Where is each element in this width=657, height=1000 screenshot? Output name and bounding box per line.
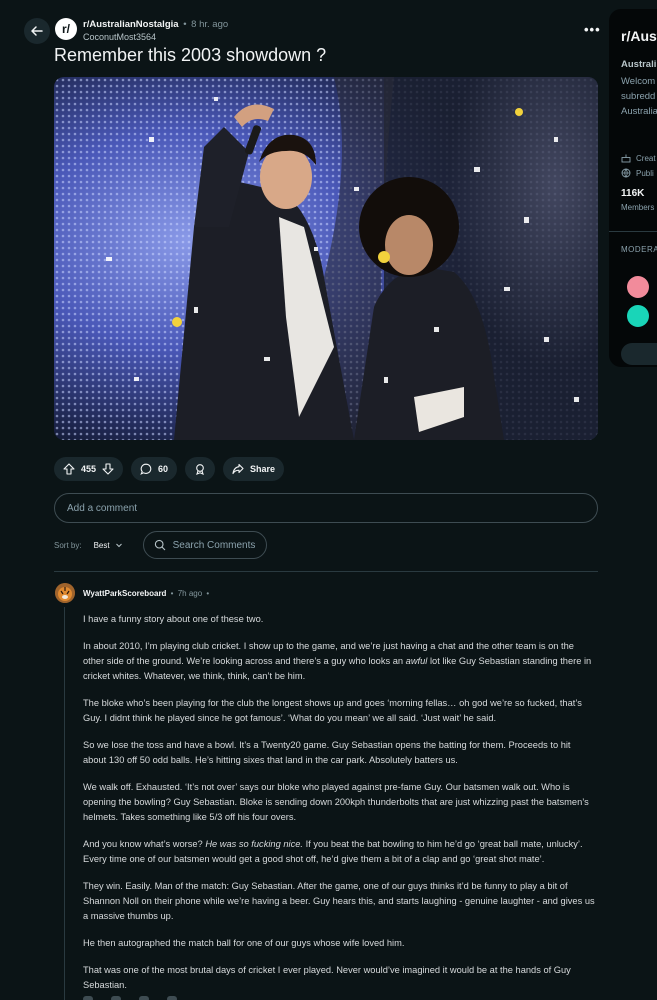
meta-separator: • [183, 19, 187, 30]
sidebar-divider [609, 231, 657, 232]
comment-meta: WyattParkScoreboard • 7h ago • [83, 589, 211, 598]
comment-paragraph: He then autographed the match ball for o… [83, 938, 405, 948]
comment-paragraph: They win. Easily. Man of the match: Guy … [83, 881, 595, 921]
more-options-button[interactable]: ••• [584, 22, 601, 37]
post-page: r/ r/AustralianNostalgia • 8 hr. ago Coc… [0, 0, 657, 1000]
comment-paragraph: The bloke who’s been playing for the clu… [83, 698, 582, 723]
share-label: Share [250, 464, 276, 474]
commenter-avatar[interactable] [55, 583, 75, 603]
divider [54, 571, 598, 572]
post-image[interactable] [54, 77, 598, 440]
comment-icon [140, 463, 152, 475]
post-meta: r/AustralianNostalgia • 8 hr. ago [83, 19, 228, 30]
comments-button[interactable]: 60 [131, 457, 178, 481]
comment-paragraph: In about 2010, I’m playing club cricket.… [83, 641, 592, 681]
sort-value: Best [93, 540, 110, 550]
comment-share-icon[interactable] [167, 996, 177, 1000]
thread-line[interactable] [64, 607, 65, 1000]
comment-body: I have a funny story about one of these … [83, 612, 595, 1000]
award-icon [196, 464, 204, 475]
post-photo [54, 77, 598, 440]
comment-paragraph: So we lose the toss and have a bowl. It’… [83, 740, 571, 765]
comment-upvote-icon[interactable] [83, 996, 93, 1000]
sidebar-created: Creat [621, 153, 656, 163]
comment-reply-icon[interactable] [111, 996, 121, 1000]
award-button[interactable] [185, 457, 216, 481]
add-comment-input[interactable]: Add a comment [54, 493, 598, 523]
comment-time: 7h ago [177, 589, 203, 598]
comment-paragraph: And you know what’s worse? He was so fuc… [83, 839, 583, 864]
sidebar-title[interactable]: r/Austr [621, 28, 657, 44]
post-title: Remember this 2003 showdown ? [54, 45, 327, 65]
back-button[interactable] [24, 18, 50, 44]
post-actions: 455 60 Share [54, 457, 285, 481]
post-author[interactable]: CoconutMost3564 [83, 32, 156, 42]
arrow-left-icon [31, 26, 43, 36]
message-mods-button[interactable] [621, 343, 657, 365]
add-comment-placeholder: Add a comment [67, 502, 138, 514]
member-label: Members [621, 203, 655, 212]
comment-award-icon[interactable] [139, 996, 149, 1000]
comment-paragraph: That was one of the most brutal days of … [83, 965, 571, 990]
member-count: 116K [621, 188, 645, 199]
sort-dropdown[interactable]: Best [94, 541, 123, 550]
sidebar-community-name: Australi [621, 59, 657, 70]
search-comments-placeholder: Search Comments [172, 539, 256, 551]
comment-actions [83, 996, 177, 1000]
comment-paragraph: I have a funny story about one of these … [83, 614, 264, 624]
sidebar-description: Welcom subredd Australia [621, 76, 657, 117]
search-comments-input[interactable]: Search Comments [142, 531, 267, 559]
upvote-count: 455 [81, 464, 97, 474]
community-sidebar: r/Austr Australi Welcom subredd Australi… [609, 9, 657, 367]
sort-row: Sort by: Best Search Comments [54, 531, 267, 559]
post-header: r/ r/AustralianNostalgia • 8 hr. ago Coc… [24, 16, 604, 46]
share-button[interactable]: Share [223, 457, 285, 481]
meta-separator: • [206, 589, 210, 598]
globe-icon [621, 168, 631, 178]
subreddit-avatar[interactable]: r/ [55, 18, 77, 40]
downvote-icon[interactable] [102, 463, 114, 475]
cake-icon [621, 154, 631, 163]
tiger-avatar-icon [55, 583, 75, 603]
vote-control: 455 [54, 457, 124, 481]
moderator-avatar[interactable] [627, 276, 649, 298]
meta-separator: • [170, 589, 174, 598]
moderator-avatar[interactable] [627, 305, 649, 327]
comment-author[interactable]: WyattParkScoreboard [83, 589, 166, 598]
chevron-down-icon [115, 543, 122, 548]
search-icon [154, 539, 165, 551]
comment-count: 60 [158, 464, 169, 474]
moderators-heading: MODERA [621, 245, 657, 254]
upvote-icon[interactable] [63, 463, 75, 475]
sort-label: Sort by: [54, 540, 82, 550]
comment-paragraph: We walk off. Exhausted. ‘It’s not over’ … [83, 782, 589, 822]
subreddit-link[interactable]: r/AustralianNostalgia [83, 19, 179, 30]
sidebar-public: Publi [621, 168, 654, 178]
share-icon [232, 463, 244, 475]
post-time: 8 hr. ago [191, 19, 229, 30]
